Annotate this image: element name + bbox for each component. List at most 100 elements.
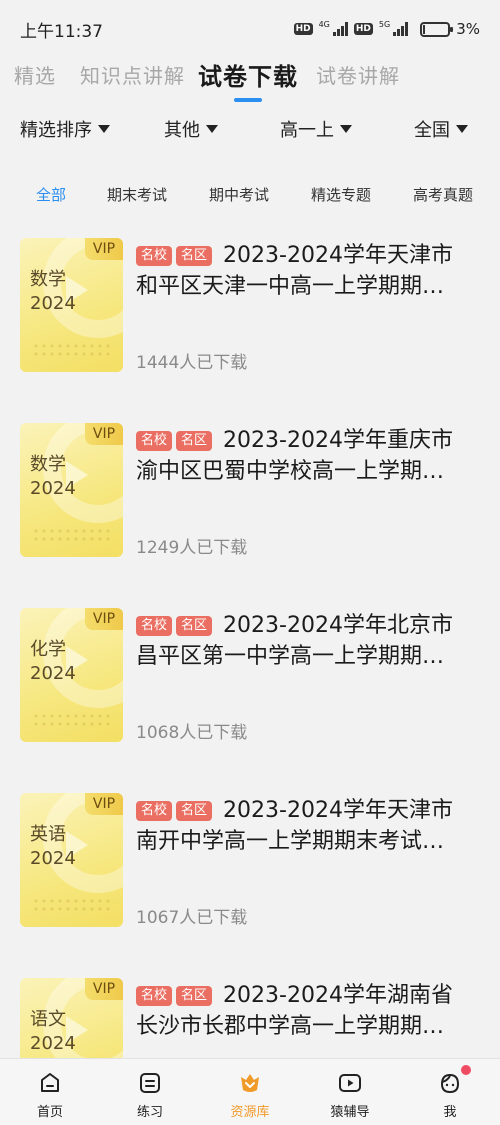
status-bar: 上午11:37 HD 4G HD 5G 3% bbox=[0, 0, 500, 58]
category-bar: 全部 期末考试 期中考试 精选专题 高考真题 bbox=[0, 184, 500, 208]
battery-icon bbox=[420, 21, 454, 37]
tab-paper-explain[interactable]: 试卷讲解 bbox=[316, 60, 400, 89]
hd-icon: HD bbox=[293, 23, 313, 35]
download-count: 1444人已下载 bbox=[136, 353, 248, 373]
download-count: 1068人已下载 bbox=[136, 723, 248, 743]
title-line-2: 渝中区巴蜀中学校高一上学期期末考试 bbox=[136, 459, 461, 484]
caret-down-icon bbox=[98, 125, 110, 133]
profile-face-icon bbox=[440, 1073, 460, 1094]
paper-list-item[interactable]: 语文 2024 VIP 名校 名区 2023-2024学年湖南省 长沙市长郡中学高一… bbox=[0, 978, 500, 1058]
cover-year: 2024 bbox=[30, 1033, 76, 1054]
type-label: 其他 bbox=[164, 120, 200, 141]
nav-resource-library[interactable]: 资源库 bbox=[205, 1059, 295, 1125]
grade-dropdown[interactable]: 高一上 bbox=[280, 116, 352, 142]
notification-dot bbox=[461, 1065, 471, 1075]
region-dropdown[interactable]: 全国 bbox=[414, 116, 468, 142]
paper-title: 名校 名区 2023-2024学年湖南省 长沙市长郡中学高一上学期期末考试 bbox=[136, 980, 466, 1042]
type-dropdown[interactable]: 其他 bbox=[164, 116, 218, 142]
bottom-nav: 首页 练习 资源库 猿辅导 我 bbox=[0, 1058, 500, 1125]
nav-me[interactable]: 我 bbox=[405, 1059, 495, 1125]
famous-school-tag: 名校 bbox=[136, 801, 173, 821]
nav-me-label: 我 bbox=[443, 1105, 457, 1120]
resource-library-icon bbox=[241, 1074, 259, 1092]
nav-resource-library-label: 资源库 bbox=[230, 1105, 270, 1120]
category-midterm-exam[interactable]: 期中考试 bbox=[209, 184, 269, 205]
status-icons: HD 4G HD 5G 3% bbox=[293, 19, 480, 38]
category-final-exam[interactable]: 期末考试 bbox=[107, 184, 167, 205]
title-line-1: 2023-2024学年北京市 bbox=[223, 613, 453, 638]
battery-percent: 3% bbox=[456, 20, 480, 38]
active-tab-indicator bbox=[234, 98, 262, 102]
title-line-1: 2023-2024学年重庆市 bbox=[223, 428, 453, 453]
download-count: 1067人已下载 bbox=[136, 908, 248, 928]
paper-list-item[interactable]: 化学 2024 VIP 名校 名区 2023-2024学年北京市 昌平区第一中学高一… bbox=[0, 608, 500, 748]
caret-down-icon bbox=[456, 125, 468, 133]
paper-title: 名校 名区 2023-2024学年北京市 昌平区第一中学高一上学期期末考试 bbox=[136, 610, 466, 672]
tab-paper-download[interactable]: 试卷下载 bbox=[198, 57, 298, 92]
nav-home[interactable]: 首页 bbox=[5, 1059, 95, 1125]
cover-subject: 化学 bbox=[30, 639, 66, 660]
filter-bar: 精选排序 其他 高一上 全国 bbox=[0, 116, 500, 146]
paper-list-item[interactable]: 数学 2024 VIP 名校 名区 2023-2024学年天津市 和平区天津一中高一… bbox=[0, 238, 500, 378]
home-icon bbox=[41, 1073, 59, 1092]
vip-badge: VIP bbox=[85, 793, 123, 815]
region-label: 全国 bbox=[414, 120, 450, 141]
caret-down-icon bbox=[340, 125, 352, 133]
paper-title: 名校 名区 2023-2024学年天津市 和平区天津一中高一上学期期末考试 bbox=[136, 240, 466, 302]
title-line-2: 南开中学高一上学期期末考试试卷 bbox=[136, 829, 461, 854]
hd-icon: HD bbox=[353, 23, 373, 35]
nav-home-label: 首页 bbox=[36, 1105, 63, 1120]
paper-list-item[interactable]: 英语 2024 VIP 名校 名区 2023-2024学年天津市 南开中学高一上学期… bbox=[0, 793, 500, 933]
network-label: 4G bbox=[318, 19, 330, 29]
sort-dropdown[interactable]: 精选排序 bbox=[20, 116, 110, 142]
cover-year: 2024 bbox=[30, 293, 76, 314]
grade-label: 高一上 bbox=[280, 120, 334, 141]
famous-district-tag: 名区 bbox=[176, 246, 213, 266]
network-label: 5G bbox=[378, 19, 391, 29]
caret-down-icon bbox=[206, 125, 218, 133]
famous-school-tag: 名校 bbox=[136, 616, 173, 636]
cover-subject: 英语 bbox=[30, 824, 66, 845]
title-line-2: 昌平区第一中学高一上学期期末考试 bbox=[136, 644, 461, 669]
famous-school-tag: 名校 bbox=[136, 246, 173, 266]
title-line-1: 2023-2024学年天津市 bbox=[223, 243, 453, 268]
nav-yuanfudao[interactable]: 猿辅导 bbox=[305, 1059, 395, 1125]
famous-district-tag: 名区 bbox=[176, 986, 213, 1006]
sort-label: 精选排序 bbox=[20, 120, 92, 141]
category-featured-topic[interactable]: 精选专题 bbox=[311, 184, 371, 205]
famous-district-tag: 名区 bbox=[176, 616, 213, 636]
download-count: 1249人已下载 bbox=[136, 538, 248, 558]
vip-badge: VIP bbox=[85, 608, 123, 630]
signal-icon bbox=[393, 22, 409, 36]
paper-list-item[interactable]: 数学 2024 VIP 名校 名区 2023-2024学年重庆市 渝中区巴蜀中学校高… bbox=[0, 423, 500, 563]
vip-badge: VIP bbox=[85, 978, 123, 1000]
nav-practice[interactable]: 练习 bbox=[105, 1059, 195, 1125]
signal-icon bbox=[332, 22, 348, 36]
title-line-1: 2023-2024学年湖南省 bbox=[223, 983, 453, 1008]
famous-district-tag: 名区 bbox=[176, 431, 213, 451]
category-all[interactable]: 全部 bbox=[36, 184, 66, 205]
cover-year: 2024 bbox=[30, 663, 76, 684]
vip-badge: VIP bbox=[85, 423, 123, 445]
famous-district-tag: 名区 bbox=[176, 801, 213, 821]
tab-featured[interactable]: 精选 bbox=[14, 60, 56, 89]
status-time: 上午11:37 bbox=[20, 21, 103, 42]
cover-subject: 数学 bbox=[30, 269, 66, 290]
top-tabs: 精选 知识点讲解 试卷下载 试卷讲解 bbox=[0, 58, 500, 108]
category-gaokao[interactable]: 高考真题 bbox=[413, 184, 473, 205]
title-line-2: 长沙市长郡中学高一上学期期末考试 bbox=[136, 1014, 461, 1039]
video-play-icon bbox=[339, 1074, 361, 1092]
tab-knowledge[interactable]: 知识点讲解 bbox=[80, 60, 185, 89]
paper-title: 名校名区 2023-2024学年重庆市 渝中区巴蜀中学校高一上学期期末考试 bbox=[136, 425, 466, 487]
title-line-2: 和平区天津一中高一上学期期末考试 bbox=[136, 274, 461, 299]
cover-year: 2024 bbox=[30, 478, 76, 499]
title-line-1: 2023-2024学年天津市 bbox=[223, 798, 453, 823]
famous-school-tag: 名校 bbox=[136, 986, 173, 1006]
nav-yuanfudao-label: 猿辅导 bbox=[330, 1105, 370, 1120]
famous-school-tag: 名校 bbox=[136, 431, 173, 451]
paper-title: 名校 名区 2023-2024学年天津市 南开中学高一上学期期末考试试卷 bbox=[136, 795, 466, 857]
cover-year: 2024 bbox=[30, 848, 76, 869]
practice-icon bbox=[140, 1073, 160, 1093]
vip-badge: VIP bbox=[85, 238, 123, 260]
nav-practice-label: 练习 bbox=[136, 1105, 163, 1120]
